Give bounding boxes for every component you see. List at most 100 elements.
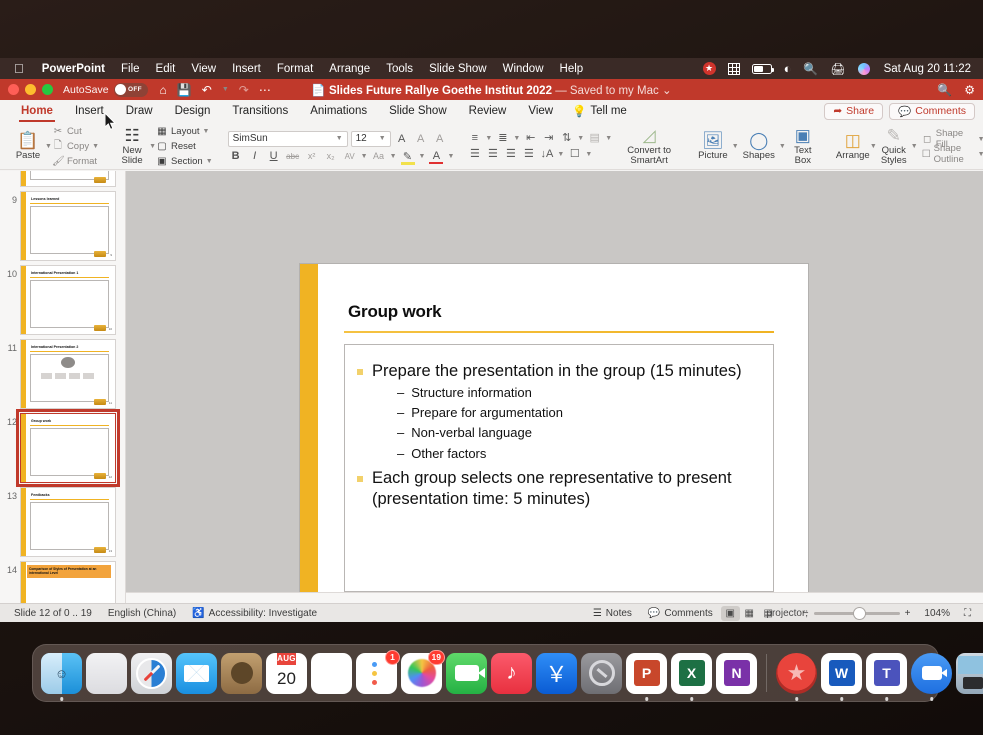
align-center-icon[interactable]: ☰ <box>485 148 500 161</box>
arrange-button[interactable]: ◫ Arrange <box>836 124 870 169</box>
dock-item-preview[interactable] <box>956 653 983 694</box>
text-direction-icon[interactable]: ↓A <box>539 148 554 161</box>
thumbnail-row-10[interactable]: 10 International Presentation 1 <box>0 261 125 335</box>
tab-draw[interactable]: Draw <box>115 100 164 122</box>
thumbnail-row-12[interactable]: 12 Group work <box>0 409 125 483</box>
dock-item-app-store[interactable]: ￥ <box>536 653 577 694</box>
picture-button[interactable]: 🖼 Picture <box>694 124 732 169</box>
shape-fill-chevron-down-icon[interactable]: ▼ <box>978 136 983 143</box>
reset-button[interactable]: ▢ Reset <box>156 140 213 153</box>
text-direction-chevron-down-icon[interactable]: ▼ <box>557 151 564 158</box>
layout-chevron-down-icon[interactable]: ▼ <box>203 128 210 135</box>
section-chevron-down-icon[interactable]: ▼ <box>206 158 213 165</box>
home-icon[interactable]: ⌂ <box>160 83 167 97</box>
dock-item-calendar[interactable]: AUG 20 <box>266 653 307 694</box>
superscript-button[interactable]: x² <box>304 151 320 161</box>
font-color-button[interactable]: A <box>428 150 444 162</box>
undo-icon[interactable]: ↶ <box>202 83 212 97</box>
new-slide-chevron-down-icon[interactable]: ▼ <box>149 143 156 150</box>
slide-thumbnail-pane[interactable]: 8 9 Lessons learned <box>0 171 126 622</box>
save-state-chevron-icon[interactable]: ⌄ <box>662 85 672 97</box>
increase-indent-icon[interactable]: ⇥ <box>541 132 556 145</box>
tab-home[interactable]: Home <box>10 100 64 122</box>
tab-animations[interactable]: Animations <box>299 100 378 122</box>
clear-formatting-button[interactable]: A <box>432 133 448 145</box>
dock-item-red-star-app[interactable]: ★ <box>776 653 817 694</box>
printer-status-icon[interactable]: 🖨 <box>824 63 851 75</box>
thumbnail-row-8[interactable]: 8 <box>0 171 125 187</box>
columns-chevron-down-icon[interactable]: ▼ <box>605 135 612 142</box>
justify-icon[interactable]: ☰ <box>521 148 536 161</box>
italic-button[interactable]: I <box>247 150 263 162</box>
paste-button[interactable]: 📋 Paste <box>11 124 45 169</box>
menu-bar-clock[interactable]: Sat Aug 20 11:22 <box>876 63 975 75</box>
dock-item-contacts[interactable] <box>221 653 262 694</box>
cut-button[interactable]: ✂ Cut <box>52 125 99 138</box>
thumbnail-row-11[interactable]: 11 International Presentation 2 <box>0 335 125 409</box>
numbered-list-icon[interactable]: ≣ <box>495 132 510 145</box>
redo-icon[interactable]: ↷ <box>239 83 249 97</box>
align-left-icon[interactable]: ☰ <box>467 148 482 161</box>
dock-item-music[interactable]: ♪ <box>491 653 532 694</box>
thumbnail-row-9[interactable]: 9 Lessons learned <box>0 187 125 261</box>
bullets-chevron-down-icon[interactable]: ▼ <box>485 135 492 142</box>
layout-button[interactable]: ▦ Layout ▼ <box>156 125 213 138</box>
align-text-icon[interactable]: ☐ <box>567 148 582 161</box>
comments-button[interactable]: 💬 Comments <box>889 103 975 120</box>
dock-item-mail[interactable] <box>176 653 217 694</box>
text-box-button[interactable]: ▣ Text Box <box>786 124 820 169</box>
menu-item-window[interactable]: Window <box>495 63 552 75</box>
slide-thumbnail[interactable]: Lessons learned 9 <box>20 191 116 261</box>
bulleted-list-icon[interactable]: ≡ <box>467 132 482 145</box>
comments-toggle-button[interactable]: 💬 Comments <box>640 608 721 619</box>
character-spacing-chevron-down-icon[interactable]: ▼ <box>361 153 368 160</box>
fit-to-window-icon[interactable]: ⛶ <box>958 606 977 621</box>
menu-item-powerpoint[interactable]: PowerPoint <box>34 63 113 75</box>
dock-item-zoom[interactable] <box>911 653 952 694</box>
picture-chevron-down-icon[interactable]: ▼ <box>732 143 739 150</box>
zoom-track[interactable] <box>814 612 900 615</box>
quick-styles-chevron-down-icon[interactable]: ▼ <box>911 143 918 150</box>
close-window-button[interactable] <box>8 84 19 95</box>
zoom-out-button[interactable]: − <box>803 608 809 619</box>
menu-item-slide-show[interactable]: Slide Show <box>421 63 495 75</box>
dock-item-launchpad[interactable] <box>86 653 127 694</box>
menu-item-edit[interactable]: Edit <box>148 63 184 75</box>
search-icon[interactable]: 🔍 <box>937 83 952 97</box>
paste-chevron-down-icon[interactable]: ▼ <box>45 143 52 150</box>
accessibility-status[interactable]: ♿ Accessibility: Investigate <box>184 608 325 619</box>
siri-icon[interactable] <box>852 63 876 75</box>
character-spacing-button[interactable]: AV <box>342 152 358 161</box>
font-family-select[interactable]: SimSun ▼ <box>228 131 348 147</box>
tab-review[interactable]: Review <box>458 100 518 122</box>
slide-body-placeholder[interactable]: Prepare the presentation in the group (1… <box>344 344 774 592</box>
autosave-toggle[interactable]: OFF <box>114 83 148 97</box>
convert-to-smartart-button[interactable]: ◿ Convert to SmartArt <box>620 124 678 169</box>
font-color-chevron-down-icon[interactable]: ▼ <box>447 153 454 160</box>
normal-view-icon[interactable]: ▣ <box>721 606 740 621</box>
line-spacing-chevron-down-icon[interactable]: ▼ <box>577 135 584 142</box>
zoom-in-button[interactable]: + <box>905 608 911 619</box>
menu-item-help[interactable]: Help <box>552 63 592 75</box>
dock-item-facetime[interactable] <box>446 653 487 694</box>
align-text-chevron-down-icon[interactable]: ▼ <box>585 151 592 158</box>
thumbnail-row-13[interactable]: 13 Feedbacks 13 <box>0 483 125 557</box>
dock-item-onenote[interactable]: N <box>716 653 757 694</box>
zoom-slider[interactable]: − + <box>797 608 917 619</box>
change-case-chevron-down-icon[interactable]: ▼ <box>390 153 397 160</box>
dock-item-excel[interactable]: X <box>671 653 712 694</box>
columns-icon[interactable]: ▤ <box>587 132 602 145</box>
shapes-chevron-down-icon[interactable]: ▼ <box>779 143 786 150</box>
menu-item-format[interactable]: Format <box>269 63 321 75</box>
tab-view[interactable]: View <box>517 100 564 122</box>
numbering-chevron-down-icon[interactable]: ▼ <box>513 135 520 142</box>
notes-toggle-button[interactable]: ☰ Notes <box>585 608 640 619</box>
underline-button[interactable]: U <box>266 150 282 162</box>
copy-chevron-down-icon[interactable]: ▼ <box>92 143 99 150</box>
decrease-font-size-button[interactable]: A <box>413 133 429 145</box>
apple-logo-icon[interactable]:  <box>14 62 24 75</box>
menu-item-tools[interactable]: Tools <box>378 63 421 75</box>
dock-item-teams[interactable]: T <box>866 653 907 694</box>
change-case-button[interactable]: Aa <box>371 151 387 161</box>
language-indicator[interactable]: English (China) <box>100 608 184 619</box>
